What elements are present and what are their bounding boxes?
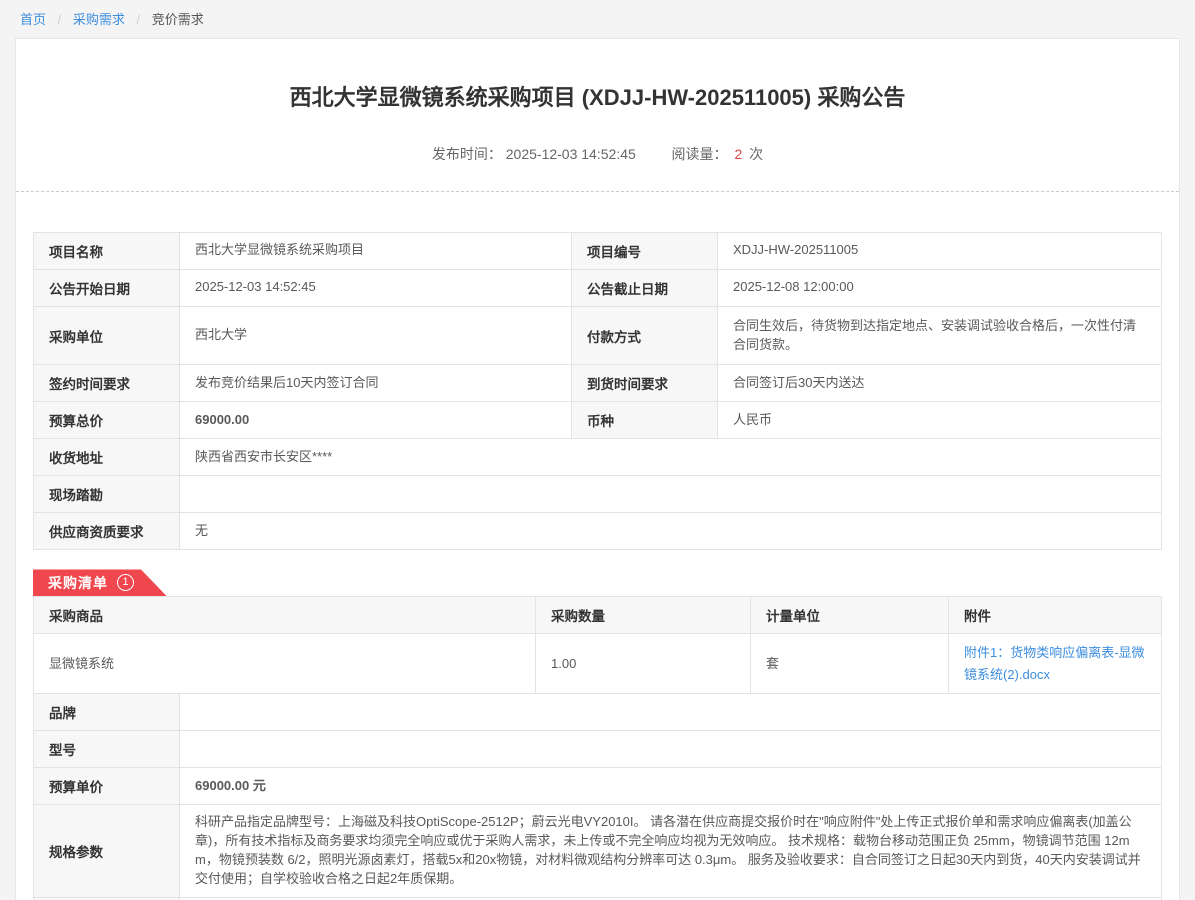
list-header-unit: 计量单位 xyxy=(751,597,949,634)
item-detail-table: 品牌 型号 预算单价 69000.00 元 规格参数 科研产品指定品牌型号：上海… xyxy=(33,693,1162,900)
detail-value-unit-price: 69000.00 元 xyxy=(180,768,1162,805)
project-info-table: 项目名称 西北大学显微镜系统采购项目 项目编号 XDJJ-HW-20251100… xyxy=(33,232,1162,551)
list-value-unit: 套 xyxy=(751,634,949,694)
info-row-sign-delivery: 签约时间要求 发布竞价结果后10天内签订合同 到货时间要求 合同签订后30天内送… xyxy=(34,365,1162,402)
read-count-value: 2 xyxy=(734,146,742,162)
read-count-unit: 次 xyxy=(749,146,763,162)
info-value-project-code: XDJJ-HW-202511005 xyxy=(718,232,1162,269)
detail-row-specs: 规格参数 科研产品指定品牌型号：上海磁及科技OptiScope-2512P；蔚云… xyxy=(34,805,1162,897)
info-value-site-visit xyxy=(180,476,1162,513)
list-header-attachment: 附件 xyxy=(949,597,1162,634)
info-label-delivery-time: 到货时间要求 xyxy=(572,365,718,402)
info-value-budget-total: 69000.00 xyxy=(180,402,572,439)
publish-time-label: 发布时间： xyxy=(432,146,502,162)
detail-row-brand: 品牌 xyxy=(34,694,1162,731)
detail-row-unit-price: 预算单价 69000.00 元 xyxy=(34,768,1162,805)
attachment-link[interactable]: 附件1：货物类响应偏离表-显微镜系统(2).docx xyxy=(964,642,1146,685)
detail-value-specs: 科研产品指定品牌型号：上海磁及科技OptiScope-2512P；蔚云光电VY2… xyxy=(180,805,1162,897)
info-row-purchaser-payment: 采购单位 西北大学 付款方式 合同生效后，待货物到达指定地点、安装调试验收合格后… xyxy=(34,306,1162,365)
info-row-qualification: 供应商资质要求 无 xyxy=(34,513,1162,550)
info-row-address: 收货地址 陕西省西安市长安区**** xyxy=(34,439,1162,476)
detail-label-specs: 规格参数 xyxy=(34,805,180,897)
detail-label-model: 型号 xyxy=(34,731,180,768)
purchase-list-badge: 采购清单 1 xyxy=(33,569,167,596)
info-label-currency: 币种 xyxy=(572,402,718,439)
info-value-project-name: 西北大学显微镜系统采购项目 xyxy=(180,232,572,269)
info-value-qualification: 无 xyxy=(180,513,1162,550)
purchase-list-table: 采购商品 采购数量 计量单位 附件 显微镜系统 1.00 套 附件1：货物类响应… xyxy=(33,596,1162,694)
breadcrumb-current-bidding-demand: 竞价需求 xyxy=(152,12,204,27)
info-value-delivery-time: 合同签订后30天内送达 xyxy=(718,365,1162,402)
breadcrumb-separator: / xyxy=(137,12,141,27)
list-value-attachment: 附件1：货物类响应偏离表-显微镜系统(2).docx xyxy=(949,634,1162,694)
breadcrumb-separator: / xyxy=(58,12,62,27)
info-label-payment: 付款方式 xyxy=(572,306,718,365)
info-value-purchaser: 西北大学 xyxy=(180,306,572,365)
purchase-list-badge-label: 采购清单 xyxy=(48,573,108,593)
list-header-quantity: 采购数量 xyxy=(536,597,751,634)
info-label-site-visit: 现场踏勘 xyxy=(34,476,180,513)
info-value-currency: 人民币 xyxy=(718,402,1162,439)
meta-line: 发布时间： 2025-12-03 14:52:45 阅读量： 2 次 xyxy=(16,144,1179,164)
info-row-dates: 公告开始日期 2025-12-03 14:52:45 公告截止日期 2025-1… xyxy=(34,269,1162,306)
info-label-start-date: 公告开始日期 xyxy=(34,269,180,306)
info-label-budget-total: 预算总价 xyxy=(34,402,180,439)
breadcrumb-home-link[interactable]: 首页 xyxy=(20,12,46,27)
breadcrumb: 首页 / 采购需求 / 竞价需求 xyxy=(0,0,1195,38)
list-item-row: 显微镜系统 1.00 套 附件1：货物类响应偏离表-显微镜系统(2).docx xyxy=(34,634,1162,694)
info-row-budget-currency: 预算总价 69000.00 币种 人民币 xyxy=(34,402,1162,439)
read-count-label: 阅读量： xyxy=(672,146,728,162)
info-value-payment: 合同生效后，待货物到达指定地点、安装调试验收合格后，一次性付清合同货款。 xyxy=(718,306,1162,365)
list-value-product: 显微镜系统 xyxy=(34,634,536,694)
list-header-row: 采购商品 采购数量 计量单位 附件 xyxy=(34,597,1162,634)
info-row-name-code: 项目名称 西北大学显微镜系统采购项目 项目编号 XDJJ-HW-20251100… xyxy=(34,232,1162,269)
info-row-site-visit: 现场踏勘 xyxy=(34,476,1162,513)
announcement-card: 西北大学显微镜系统采购项目 (XDJJ-HW-202511005) 采购公告 发… xyxy=(15,38,1180,900)
detail-label-unit-price: 预算单价 xyxy=(34,768,180,805)
detail-row-model: 型号 xyxy=(34,731,1162,768)
info-label-project-code: 项目编号 xyxy=(572,232,718,269)
breadcrumb-purchase-demand-link[interactable]: 采购需求 xyxy=(73,12,125,27)
info-label-end-date: 公告截止日期 xyxy=(572,269,718,306)
list-value-quantity: 1.00 xyxy=(536,634,751,694)
info-value-start-date: 2025-12-03 14:52:45 xyxy=(180,269,572,306)
list-header-product: 采购商品 xyxy=(34,597,536,634)
detail-value-model xyxy=(180,731,1162,768)
purchase-list-badge-count: 1 xyxy=(117,574,134,591)
info-label-qualification: 供应商资质要求 xyxy=(34,513,180,550)
info-value-address: 陕西省西安市长安区**** xyxy=(180,439,1162,476)
info-value-sign-time: 发布竞价结果后10天内签订合同 xyxy=(180,365,572,402)
detail-label-brand: 品牌 xyxy=(34,694,180,731)
publish-time-value: 2025-12-03 14:52:45 xyxy=(506,146,636,162)
info-value-end-date: 2025-12-08 12:00:00 xyxy=(718,269,1162,306)
info-label-project-name: 项目名称 xyxy=(34,232,180,269)
page-title: 西北大学显微镜系统采购项目 (XDJJ-HW-202511005) 采购公告 xyxy=(76,83,1119,114)
detail-value-brand xyxy=(180,694,1162,731)
info-label-address: 收货地址 xyxy=(34,439,180,476)
content-area: 项目名称 西北大学显微镜系统采购项目 项目编号 XDJJ-HW-20251100… xyxy=(16,192,1179,900)
info-label-purchaser: 采购单位 xyxy=(34,306,180,365)
info-label-sign-time: 签约时间要求 xyxy=(34,365,180,402)
